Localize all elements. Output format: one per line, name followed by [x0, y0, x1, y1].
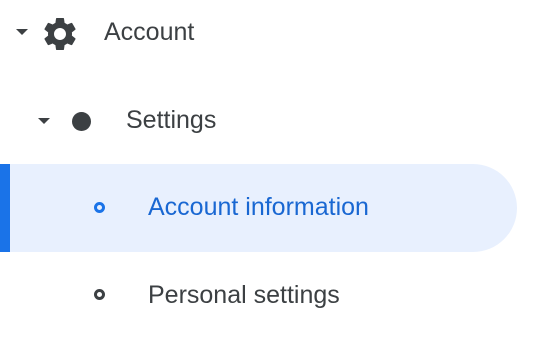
tree-item-personal-settings[interactable]: Personal settings: [0, 252, 548, 340]
caret-down-icon[interactable]: [16, 29, 28, 35]
tree-item-label: Settings: [126, 106, 217, 134]
gear-icon: [40, 14, 80, 54]
tree-item-account-information[interactable]: Account information: [0, 164, 517, 252]
tree-item-label: Account information: [148, 193, 369, 221]
tree-item-label: Account: [104, 18, 195, 46]
selected-row-accent-bar: [0, 164, 10, 252]
settings-tree: Account Settings Account information Per…: [0, 0, 548, 323]
caret-down-icon[interactable]: [38, 118, 50, 124]
tree-item-label: Personal settings: [148, 281, 340, 309]
ring-icon: [94, 289, 105, 300]
tree-item-account[interactable]: Account: [0, 0, 548, 76]
tree-item-settings[interactable]: Settings: [0, 77, 548, 165]
ring-icon: [94, 202, 105, 213]
filled-dot-icon: [72, 112, 91, 131]
